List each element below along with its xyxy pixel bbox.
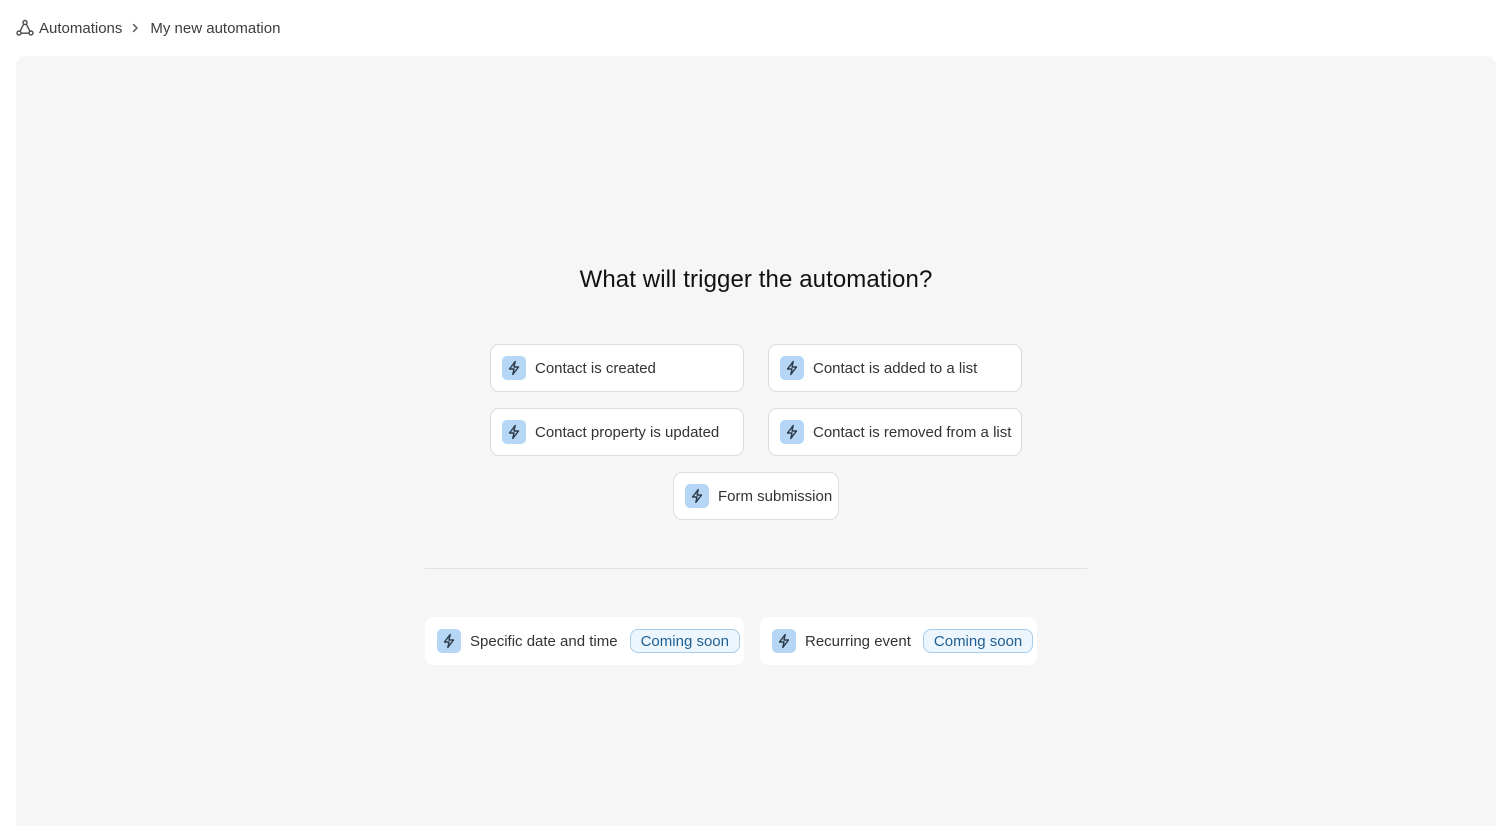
automation-canvas: What will trigger the automation? Contac… bbox=[16, 56, 1496, 826]
lightning-icon bbox=[772, 629, 796, 653]
lightning-icon bbox=[437, 629, 461, 653]
trigger-contact-created[interactable]: Contact is created bbox=[490, 344, 744, 392]
coming-soon-badge: Coming soon bbox=[629, 629, 740, 653]
lightning-icon bbox=[780, 356, 804, 380]
trigger-label: Specific date and time bbox=[470, 632, 618, 650]
page-title: What will trigger the automation? bbox=[579, 266, 933, 293]
divider bbox=[425, 568, 1087, 569]
breadcrumb-automations-link[interactable]: Automations bbox=[39, 20, 122, 37]
trigger-specific-date-time: Specific date and time Coming soon bbox=[425, 617, 744, 665]
trigger-recurring-event: Recurring event Coming soon bbox=[760, 617, 1037, 665]
trigger-contact-removed-from-list[interactable]: Contact is removed from a list bbox=[768, 408, 1022, 456]
lightning-icon bbox=[502, 420, 526, 444]
trigger-form-submission[interactable]: Form submission bbox=[673, 472, 839, 520]
coming-soon-badge: Coming soon bbox=[922, 629, 1034, 653]
trigger-label: Contact is removed from a list bbox=[813, 423, 1012, 441]
trigger-contact-property-updated[interactable]: Contact property is updated bbox=[490, 408, 744, 456]
trigger-label: Contact is created bbox=[535, 359, 656, 377]
automation-icon bbox=[16, 19, 34, 37]
trigger-label: Contact is added to a list bbox=[813, 359, 978, 377]
trigger-label: Recurring event bbox=[805, 632, 911, 650]
lightning-icon bbox=[502, 356, 526, 380]
breadcrumb-current: My new automation bbox=[150, 19, 281, 37]
lightning-icon bbox=[780, 420, 804, 444]
trigger-label: Form submission bbox=[718, 487, 833, 505]
trigger-label: Contact property is updated bbox=[535, 423, 720, 441]
lightning-icon bbox=[685, 484, 709, 508]
chevron-right-icon bbox=[128, 21, 142, 35]
trigger-contact-added-to-list[interactable]: Contact is added to a list bbox=[768, 344, 1022, 392]
breadcrumb: Automations My new automation bbox=[0, 0, 1512, 56]
